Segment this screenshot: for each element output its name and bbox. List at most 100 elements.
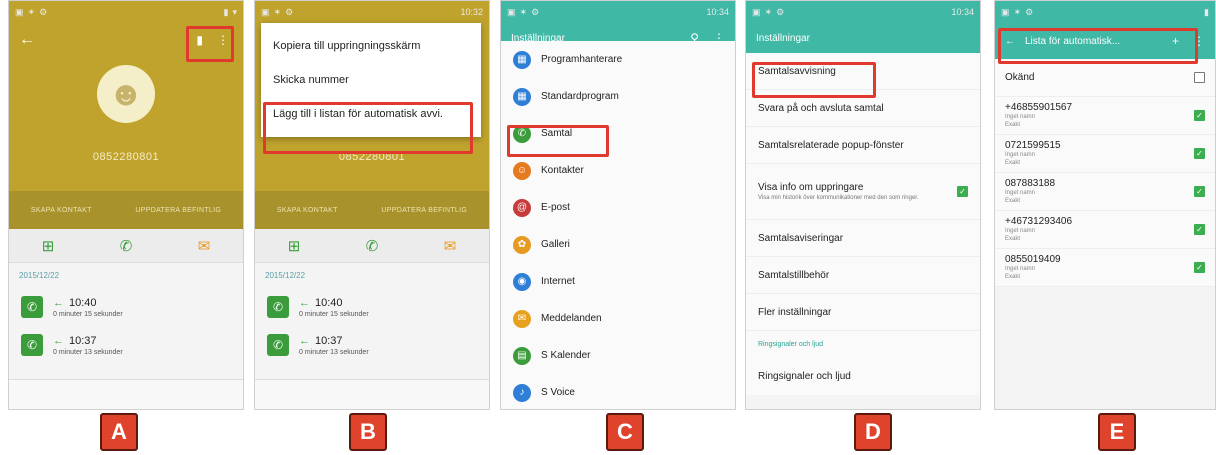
log-duration: 0 minuter 13 sekunder bbox=[299, 348, 369, 356]
settings-item[interactable]: Samtalstillbehör bbox=[746, 257, 980, 294]
panel-label: B bbox=[349, 413, 387, 451]
app-bar: Inställningar bbox=[746, 23, 980, 53]
settings-item[interactable]: @ E-post bbox=[501, 189, 735, 226]
settings-item-label: E-post bbox=[541, 202, 570, 213]
settings-item[interactable]: Ringsignaler och ljud bbox=[746, 358, 980, 395]
calendar-icon: ▤ bbox=[513, 346, 531, 365]
checkbox-checked[interactable]: ✓ bbox=[957, 186, 968, 197]
entry-match: Exakt bbox=[1005, 122, 1021, 128]
settings-item-label: Samtalstillbehör bbox=[758, 269, 830, 281]
phone-number: 0721599515 bbox=[1005, 140, 1061, 151]
update-existing-button[interactable]: UPPDATERA BEFINTLIG bbox=[135, 207, 221, 214]
settings-item[interactable]: ✉ Meddelanden bbox=[501, 300, 735, 337]
list-item-unknown[interactable]: Okänd bbox=[995, 59, 1215, 97]
list-item[interactable]: ✆ ← 10:40 0 minuter 15 sekunder bbox=[9, 288, 243, 326]
checkbox-unchecked[interactable] bbox=[1194, 72, 1205, 83]
call-log-icon: ✆ bbox=[21, 296, 43, 318]
search-icon[interactable]: ⚲ bbox=[690, 31, 699, 45]
status-bar: ▣ ✶ ⚙ 10:32 bbox=[255, 1, 489, 23]
list-item[interactable]: ✆ ← 10:37 0 minuter 13 sekunder bbox=[255, 326, 489, 364]
log-time: 10:40 bbox=[315, 296, 343, 309]
phone-icon[interactable]: ✆ bbox=[366, 237, 379, 255]
settings-item[interactable]: ▦ Standardprogram bbox=[501, 78, 735, 115]
create-contact-button[interactable]: SKAPA KONTAKT bbox=[31, 207, 92, 214]
list-item[interactable]: ✆ ← 10:40 0 minuter 15 sekunder bbox=[255, 288, 489, 326]
settings-item[interactable]: ▦ Programhanterare bbox=[501, 41, 735, 78]
contact-number: 0852280801 bbox=[92, 151, 160, 163]
settings-item-label: Galleri bbox=[541, 239, 570, 250]
settings-item[interactable]: Samtalsrelaterade popup-fönster bbox=[746, 127, 980, 164]
reject-list: Okänd +46855901567 Inget namn Exakt ✓ 0721… bbox=[995, 59, 1215, 287]
entry-name: Inget namn bbox=[1005, 266, 1036, 272]
entry-match: Exakt bbox=[1005, 274, 1021, 280]
message-icon[interactable]: ✉ bbox=[198, 237, 211, 255]
settings-item[interactable]: ♪ S Voice bbox=[501, 374, 735, 409]
settings-item[interactable]: Fler inställningar bbox=[746, 294, 980, 331]
settings-item-label: Internet bbox=[541, 276, 575, 287]
call-log-icon: ✆ bbox=[267, 296, 289, 318]
more-options-icon[interactable]: ⋮ bbox=[713, 31, 725, 45]
settings-item[interactable]: Samtalsaviseringar bbox=[746, 220, 980, 257]
settings-item-label: Visa info om uppringare bbox=[758, 182, 864, 193]
action-row: ⊞ ✆ ✉ bbox=[255, 229, 489, 263]
log-time: 10:40 bbox=[69, 296, 97, 309]
list-item[interactable]: ✆ ← 10:37 0 minuter 13 sekunder bbox=[9, 326, 243, 364]
call-log-icon: ✆ bbox=[21, 334, 43, 356]
phone-number: 087883188 bbox=[1005, 178, 1056, 189]
phone-b: ▣✶⚙ 10:32 ☻ 0852280801 SKAPA KONTAKT UPP… bbox=[254, 0, 490, 410]
message-icon[interactable]: ✉ bbox=[444, 237, 457, 255]
video-call-icon[interactable]: ⊞ bbox=[288, 237, 301, 255]
list-item[interactable]: +46855901567 Inget namn Exakt ✓ bbox=[995, 97, 1215, 135]
entry-match: Exakt bbox=[1005, 198, 1021, 204]
settings-item-label: S Voice bbox=[541, 387, 575, 398]
settings-list: ▦ Programhanterare ▦ Standardprogram ✆ Samt… bbox=[501, 41, 735, 409]
settings-item[interactable]: ✿ Galleri bbox=[501, 226, 735, 263]
status-time: 10:34 bbox=[951, 7, 974, 17]
phone-number: +46731293406 bbox=[1005, 216, 1073, 227]
menu-item-copy[interactable]: Kopiera till uppringningsskärm bbox=[261, 29, 481, 63]
phone-bottom bbox=[255, 379, 489, 409]
settings-item-label: Svara på och avsluta samtal bbox=[758, 102, 884, 114]
settings-list: Samtalsavvisning Svara på och avsluta sa… bbox=[746, 53, 980, 395]
log-date: 2015/12/22 bbox=[19, 271, 60, 280]
log-duration: 0 minuter 15 sekunder bbox=[299, 310, 369, 318]
log-date: 2015/12/22 bbox=[265, 271, 306, 280]
list-item[interactable]: +46731293406 Inget namn Exakt ✓ bbox=[995, 211, 1215, 249]
settings-item-label: Standardprogram bbox=[541, 91, 619, 102]
menu-item-send-number[interactable]: Skicka nummer bbox=[261, 63, 481, 97]
messages-icon: ✉ bbox=[513, 309, 531, 328]
email-icon: @ bbox=[513, 198, 531, 217]
create-contact-button[interactable]: SKAPA KONTAKT bbox=[277, 207, 338, 214]
list-item[interactable]: 0721599515 Inget namn Exakt ✓ bbox=[995, 135, 1215, 173]
checkbox-checked[interactable]: ✓ bbox=[1194, 262, 1205, 273]
status-bar: ▣ ✶ ⚙ 10:34 bbox=[746, 1, 980, 23]
list-item[interactable]: 087883188 Inget namn Exakt ✓ bbox=[995, 173, 1215, 211]
settings-item[interactable]: ☺ Kontakter bbox=[501, 152, 735, 189]
settings-item-label: Samtalsaviseringar bbox=[758, 232, 844, 244]
checkbox-checked[interactable]: ✓ bbox=[1194, 148, 1205, 159]
call-log-icon: ✆ bbox=[267, 334, 289, 356]
settings-item-label: Programhanterare bbox=[541, 54, 623, 65]
checkbox-checked[interactable]: ✓ bbox=[1194, 186, 1205, 197]
settings-item[interactable]: ▤ S Kalender bbox=[501, 337, 735, 374]
highlight-box bbox=[507, 125, 609, 157]
back-arrow-icon[interactable]: ← bbox=[19, 31, 35, 49]
status-bar: ▣ ✶ ⚙ ▮ bbox=[995, 1, 1215, 23]
highlight-box bbox=[752, 62, 876, 98]
highlight-box bbox=[998, 28, 1198, 64]
list-item[interactable]: 0855019409 Inget namn Exakt ✓ bbox=[995, 249, 1215, 287]
log-duration: 0 minuter 15 sekunder bbox=[53, 310, 123, 318]
phone-c: ▣ ✶ ⚙ 10:34 Inställningar ⚲ ⋮ ▦ Programhante… bbox=[500, 0, 736, 410]
log-time: 10:37 bbox=[315, 334, 343, 347]
contact-actions: SKAPA KONTAKT UPPDATERA BEFINTLIG bbox=[255, 191, 489, 229]
phone-icon[interactable]: ✆ bbox=[120, 237, 133, 255]
entry-name: Inget namn bbox=[1005, 152, 1036, 158]
phone-bottom bbox=[9, 379, 243, 409]
update-existing-button[interactable]: UPPDATERA BEFINTLIG bbox=[381, 207, 467, 214]
settings-item[interactable]: ◉ Internet bbox=[501, 263, 735, 300]
video-call-icon[interactable]: ⊞ bbox=[42, 237, 55, 255]
checkbox-checked[interactable]: ✓ bbox=[1194, 110, 1205, 121]
checkbox-checked[interactable]: ✓ bbox=[1194, 224, 1205, 235]
panel-label: D bbox=[854, 413, 892, 451]
settings-item[interactable]: Visa info om uppringare Visa min histori… bbox=[746, 164, 980, 220]
